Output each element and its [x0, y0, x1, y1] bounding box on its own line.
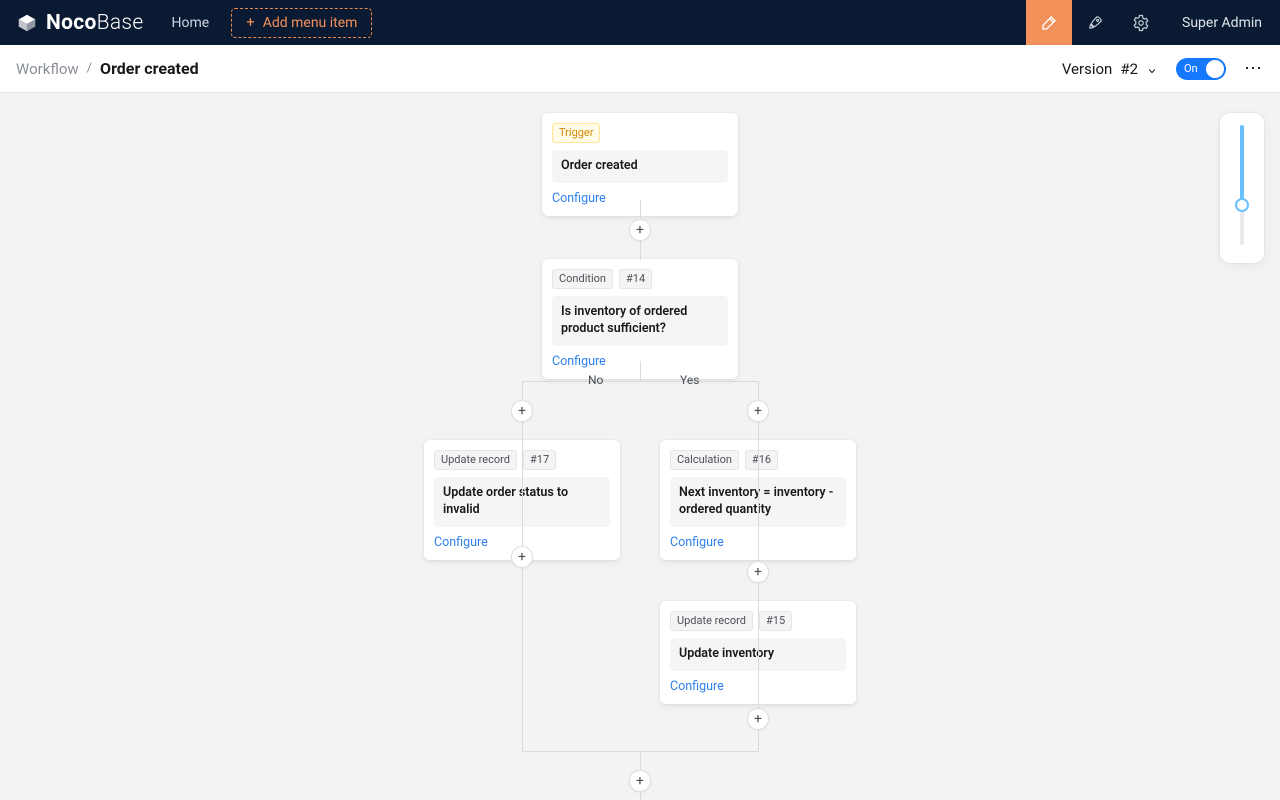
zoom-knob[interactable] — [1235, 198, 1249, 212]
version-selector[interactable]: Version #2 — [1062, 60, 1158, 78]
breadcrumb-root[interactable]: Workflow — [16, 60, 79, 78]
zoom-fill — [1240, 125, 1244, 205]
rocket-icon — [1087, 14, 1104, 31]
zoom-slider[interactable] — [1220, 113, 1264, 263]
toggle-label: On — [1184, 62, 1198, 75]
configure-link[interactable]: Configure — [434, 535, 488, 550]
node-type-tag: Condition — [552, 269, 613, 289]
chevron-down-icon — [1146, 63, 1158, 75]
node-type-tag: Calculation — [670, 450, 739, 470]
gear-icon — [1132, 14, 1150, 32]
add-menu-item-button[interactable]: + Add menu item — [231, 8, 372, 38]
connector — [522, 381, 759, 382]
add-node-button[interactable]: + — [747, 561, 769, 583]
top-nav: NocoBase Home + Add menu item Super Admi… — [0, 0, 1280, 45]
configure-link[interactable]: Configure — [552, 191, 606, 206]
add-node-button[interactable]: + — [747, 708, 769, 730]
enabled-toggle[interactable]: On — [1176, 58, 1226, 80]
app-logo: NocoBase — [16, 11, 144, 35]
node-type-tag: Trigger — [552, 123, 600, 143]
user-menu[interactable]: Super Admin — [1164, 0, 1280, 45]
configure-link[interactable]: Configure — [552, 354, 606, 369]
add-node-button[interactable]: + — [629, 219, 651, 241]
breadcrumb-current: Order created — [100, 59, 199, 78]
node-title: Is inventory of ordered product sufficie… — [552, 296, 728, 346]
breadcrumb-sep: / — [87, 61, 92, 76]
connector — [640, 361, 641, 382]
add-node-button[interactable]: + — [747, 400, 769, 422]
configure-link[interactable]: Configure — [670, 679, 724, 694]
node-title: Order created — [552, 150, 728, 183]
node-type-tag: Update record — [670, 611, 753, 631]
plus-icon: + — [246, 15, 255, 30]
top-right-controls: Super Admin — [1026, 0, 1280, 45]
add-menu-label: Add menu item — [263, 15, 358, 31]
toggle-knob — [1206, 60, 1224, 78]
add-node-button[interactable]: + — [511, 400, 533, 422]
branch-label-no: No — [588, 373, 603, 387]
edit-mode-button[interactable] — [1026, 0, 1072, 45]
logo-text-bold: Noco — [46, 11, 97, 35]
add-node-button[interactable]: + — [511, 546, 533, 568]
node-id-tag: #14 — [619, 269, 652, 289]
highlighter-icon — [1040, 14, 1058, 32]
more-actions-button[interactable]: ⋯ — [1244, 60, 1264, 78]
workflow-canvas[interactable]: No Yes + + + + + + + Trigger Order creat… — [0, 93, 1280, 800]
settings-button[interactable] — [1118, 0, 1164, 45]
configure-link[interactable]: Configure — [670, 535, 724, 550]
node-type-tag: Update record — [434, 450, 517, 470]
add-node-button[interactable]: + — [629, 770, 651, 792]
nav-home[interactable]: Home — [172, 15, 210, 31]
logo-mark-icon — [16, 12, 38, 34]
logo-text-light: Base — [97, 11, 144, 35]
version-label: Version — [1062, 60, 1113, 78]
version-value: #2 — [1120, 60, 1138, 78]
node-id-tag: #17 — [523, 450, 556, 470]
page-header: Workflow / Order created Version #2 On ⋯ — [0, 45, 1280, 93]
branch-label-yes: Yes — [680, 373, 699, 387]
node-id-tag: #15 — [759, 611, 792, 631]
zoom-track — [1240, 125, 1244, 245]
node-id-tag: #16 — [745, 450, 778, 470]
plugins-button[interactable] — [1072, 0, 1118, 45]
